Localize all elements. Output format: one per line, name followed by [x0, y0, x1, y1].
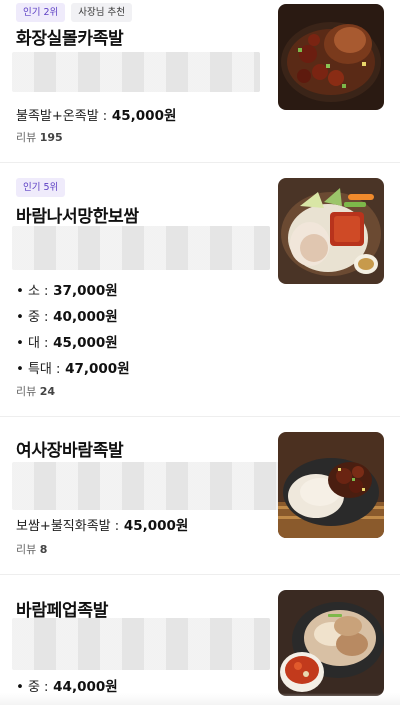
- blurred-description: [12, 462, 280, 510]
- menu-item-card[interactable]: 인기 2위 사장님 추천 화장실몰카족발 불족발+온족발 : 45,000원 리…: [0, 0, 400, 163]
- menu-item-name: 바람나서망한보쌈: [16, 207, 139, 227]
- price-row: • 중 : 44,000원: [16, 679, 118, 695]
- menu-item-card[interactable]: 여사장바람족발 보쌈+불직화족발 : 45,000원 리뷰 8: [0, 416, 400, 575]
- menu-item-photo[interactable]: [278, 432, 384, 538]
- price-label: 불족발+온족발 :: [16, 109, 108, 124]
- review-count: 리뷰 8: [16, 543, 48, 556]
- menu-item-photo[interactable]: [278, 4, 384, 110]
- price-row: • 대 : 45,000원: [16, 335, 118, 351]
- popularity-rank-badge: 인기 2위: [16, 3, 66, 22]
- blurred-description: [12, 52, 260, 92]
- menu-item-card[interactable]: 바람페업족발 • 중 : 44,000원: [0, 574, 400, 705]
- popularity-rank-badge: 인기 5위: [16, 178, 66, 197]
- price-row: 보쌈+불직화족발 : 45,000원: [16, 514, 188, 534]
- price-label: 보쌈+불직화족발 :: [16, 519, 120, 534]
- price-row: • 소 : 37,000원: [16, 283, 118, 299]
- owner-recommend-badge: 사장님 추천: [71, 3, 133, 22]
- blurred-description: [12, 226, 270, 270]
- menu-item-photo[interactable]: [278, 178, 384, 284]
- blurred-description: [12, 618, 270, 670]
- price-value: 45,000원: [111, 108, 177, 124]
- review-count: 리뷰 195: [16, 131, 63, 144]
- price-row: 불족발+온족발 : 45,000원: [16, 104, 176, 124]
- price-row: • 특대 : 47,000원: [16, 361, 130, 377]
- review-count: 리뷰 24: [16, 385, 56, 398]
- menu-item-card[interactable]: 인기 5위 바람나서망한보쌈 • 소 : 37,000원 • 중 : 40,000원…: [0, 162, 400, 417]
- price-value: 45,000원: [123, 518, 189, 534]
- menu-item-photo[interactable]: [278, 590, 384, 696]
- menu-item-name: 여사장바람족발: [16, 441, 124, 461]
- price-row: • 중 : 40,000원: [16, 309, 118, 325]
- bottom-edge-shadow: [0, 693, 400, 705]
- menu-item-name: 화장실몰카족발: [16, 29, 124, 49]
